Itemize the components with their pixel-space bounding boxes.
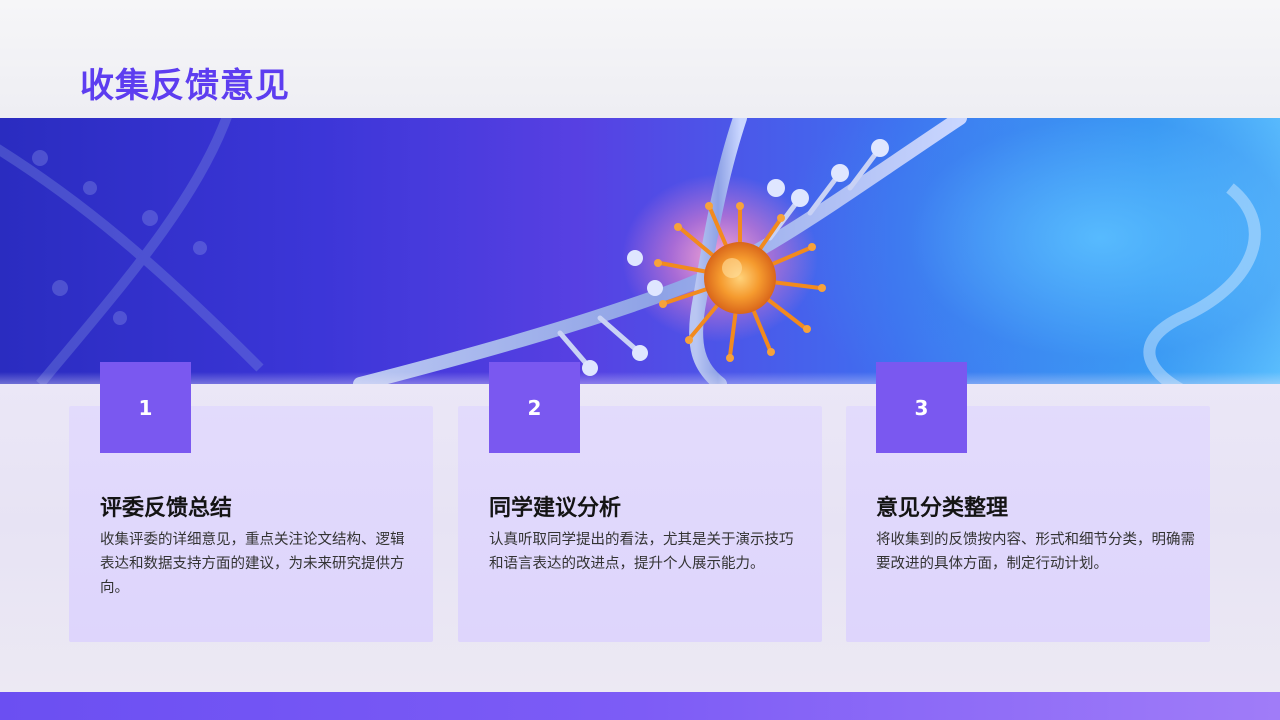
- card-number-badge: 1: [100, 362, 191, 453]
- slide: 收集反馈意见 1 2 3 评委反馈总结 同学建议分析 意见分类整理 收集评委的详…: [0, 0, 1280, 720]
- card-heading: 意见分类整理: [876, 496, 1009, 521]
- card-number-badge: 2: [489, 362, 580, 453]
- card-description: 认真听取同学提出的看法，尤其是关于演示技巧和语言表达的改进点，提升个人展示能力。: [489, 532, 794, 572]
- card-heading: 同学建议分析: [489, 496, 622, 521]
- card-description: 收集评委的详细意见，重点关注论文结构、逻辑表达和数据支持方面的建议，为未来研究提…: [100, 532, 405, 596]
- card-number-badge: 3: [876, 362, 967, 453]
- bottom-accent-bar: [0, 692, 1280, 720]
- card-description: 将收集到的反馈按内容、形式和细节分类，明确需要改进的具体方面，制定行动计划。: [876, 532, 1195, 572]
- dna-virus-illustration: [0, 118, 1261, 384]
- page-title: 收集反馈意见: [80, 66, 290, 106]
- banner-image: [0, 118, 1280, 384]
- card-heading: 评委反馈总结: [100, 496, 233, 521]
